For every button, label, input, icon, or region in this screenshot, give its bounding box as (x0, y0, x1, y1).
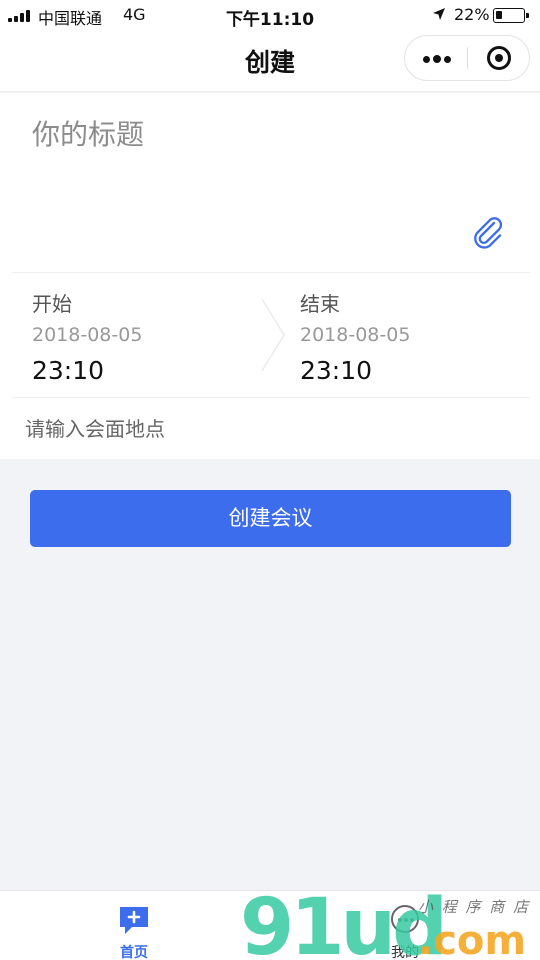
tab-mine-label: 我的 (391, 945, 419, 960)
tab-mine[interactable]: 我的 (365, 891, 445, 960)
chat-plus-icon (120, 907, 148, 934)
battery-icon (493, 8, 529, 23)
paperclip-icon[interactable] (470, 215, 506, 251)
end-date[interactable]: 2018-08-05 (300, 324, 520, 352)
status-bar: 中国联通 4G 下午11:10 22% (0, 0, 540, 30)
chat-dots-icon (391, 905, 419, 933)
start-time[interactable]: 23:10 (32, 356, 252, 385)
start-datetime[interactable]: 开始 2018-08-05 23:10 (32, 288, 252, 385)
end-time[interactable]: 23:10 (300, 356, 520, 385)
end-label: 结束 (300, 292, 340, 316)
close-mini-program-icon[interactable] (468, 36, 530, 80)
nav-bar: 创建 (0, 30, 540, 92)
divider (12, 397, 530, 398)
meeting-form: 开始 2018-08-05 23:10 结束 2018-08-05 23:10 (0, 93, 540, 459)
end-datetime[interactable]: 结束 2018-08-05 23:10 (300, 288, 520, 385)
location-arrow-icon (433, 8, 445, 20)
tab-home[interactable]: 首页 (94, 891, 174, 960)
mini-program-capsule (404, 35, 530, 81)
divider (12, 272, 530, 273)
title-input[interactable] (32, 113, 452, 155)
start-label: 开始 (32, 292, 72, 316)
more-icon[interactable] (405, 36, 467, 80)
battery-percent: 22% (454, 5, 490, 24)
chevron-right-icon (261, 298, 285, 372)
tab-bar: 首页 我的 (0, 890, 540, 960)
create-meeting-button[interactable]: 创建会议 (30, 490, 511, 547)
start-date[interactable]: 2018-08-05 (32, 324, 252, 352)
tab-home-label: 首页 (120, 945, 148, 960)
location-input[interactable] (25, 411, 505, 447)
